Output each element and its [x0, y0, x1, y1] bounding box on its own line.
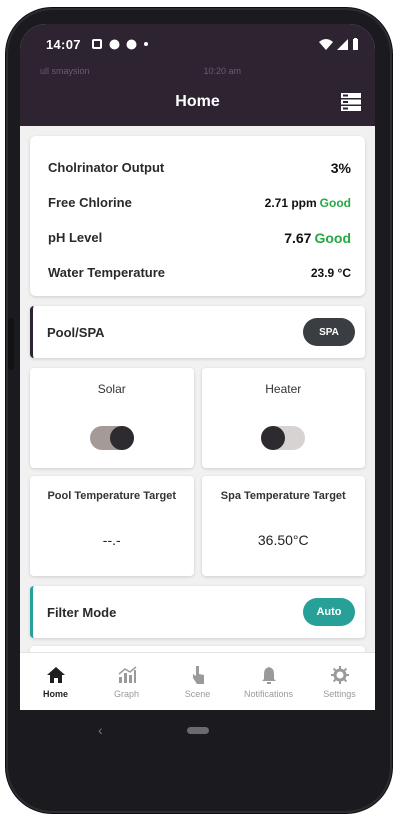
faint-carrier: ull smaysion — [40, 66, 90, 76]
gear-icon — [330, 666, 349, 684]
controls-grid: Solar Heater Pool Temperature Target --.… — [30, 368, 365, 576]
spa-target-label: Spa Temperature Target — [220, 490, 346, 502]
nav-home[interactable]: Home — [26, 664, 86, 699]
nav-notifications[interactable]: Notifications — [239, 664, 299, 699]
reading-row: Free Chlorine 2.71 ppm Good — [48, 185, 351, 220]
reading-value: 7.67 — [284, 229, 312, 246]
status-good: Good — [314, 229, 351, 246]
page-title: Home — [175, 93, 220, 110]
signal-icon — [337, 38, 348, 50]
readings-card: Cholrinator Output 3% Free Chlorine 2.71… — [30, 136, 365, 296]
home-pill[interactable] — [186, 726, 209, 734]
nav-settings[interactable]: Settings — [310, 664, 370, 699]
system-nav-bar: ‹ — [20, 710, 375, 750]
nav-label: Scene — [184, 689, 211, 699]
reading-value: 23.9 °C — [310, 265, 351, 280]
app-screen: 14:07 ull smaysion 10:20 am Home Cholrin… — [20, 24, 375, 710]
menu-icon[interactable] — [341, 92, 361, 112]
bottom-nav: Home Graph Scene Notifications Settings — [20, 652, 375, 710]
reading-value: 3% — [330, 159, 351, 176]
back-icon[interactable]: ‹ — [98, 722, 103, 738]
nav-label: Notifications — [243, 689, 294, 699]
solar-label: Solar — [97, 382, 126, 396]
reading-label: Water Temperature — [48, 265, 166, 280]
status-time: 14:07 — [46, 36, 81, 52]
heater-tile: Heater — [201, 368, 365, 468]
solar-toggle[interactable] — [89, 426, 134, 450]
faint-time: 10:20 am — [203, 66, 242, 76]
content-area: Cholrinator Output 3% Free Chlorine 2.71… — [20, 126, 375, 656]
wifi-icon — [319, 38, 333, 50]
graph-icon — [118, 666, 136, 683]
circle-icon — [109, 39, 120, 49]
reading-row: Water Temperature 23.9 °C — [48, 255, 351, 290]
status-bar: 14:07 — [20, 24, 375, 64]
nav-label: Settings — [323, 689, 356, 699]
photo-icon — [91, 39, 102, 49]
nav-label: Graph — [113, 689, 139, 699]
reading-label: Free Chlorine — [48, 195, 132, 210]
nav-scene[interactable]: Scene — [168, 664, 228, 699]
filter-mode-card: Filter Mode Auto — [30, 586, 365, 638]
scene-icon — [192, 666, 204, 684]
reading-label: Cholrinator Output — [48, 160, 165, 175]
nav-label: Home — [42, 689, 68, 699]
heater-label: Heater — [265, 382, 302, 396]
pool-spa-label: Pool/SPA — [47, 324, 105, 340]
reading-row: pH Level 7.67 Good — [48, 220, 351, 255]
faint-status-overlay: ull smaysion 10:20 am — [20, 64, 375, 78]
toggle-knob — [109, 426, 134, 450]
heater-toggle[interactable] — [261, 426, 306, 450]
pool-target-value: --.- — [102, 532, 121, 548]
bell-icon — [261, 667, 276, 684]
reading-row: Cholrinator Output 3% — [48, 150, 351, 185]
auto-button[interactable]: Auto — [303, 598, 355, 626]
solar-tile: Solar — [30, 368, 194, 468]
status-good: Good — [319, 195, 351, 210]
reading-label: pH Level — [48, 230, 103, 245]
pool-spa-card: Pool/SPA SPA — [30, 306, 365, 358]
battery-icon — [353, 38, 358, 50]
circle-icon — [126, 39, 137, 49]
home-icon — [46, 667, 65, 683]
toggle-knob — [261, 426, 286, 450]
spa-target-value: 36.50°C — [257, 532, 309, 548]
nav-graph[interactable]: Graph — [97, 664, 157, 699]
pool-target-label: Pool Temperature Target — [47, 490, 177, 502]
app-bar: Home — [20, 78, 375, 126]
pool-target-tile[interactable]: Pool Temperature Target --.- — [30, 476, 194, 576]
reading-value: 2.71 ppm — [264, 195, 317, 210]
spa-button[interactable]: SPA — [303, 318, 355, 346]
spa-target-tile[interactable]: Spa Temperature Target 36.50°C — [201, 476, 365, 576]
dot-icon — [143, 42, 148, 46]
side-button — [8, 318, 14, 370]
filter-mode-label: Filter Mode — [47, 604, 117, 620]
